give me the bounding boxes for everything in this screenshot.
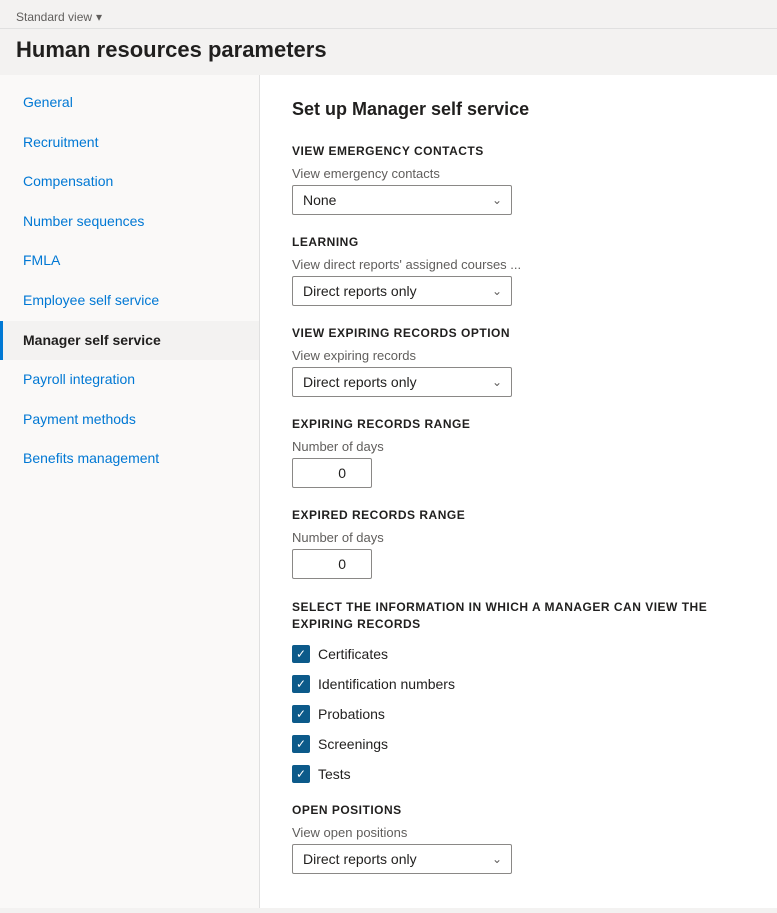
sidebar-item-compensation[interactable]: Compensation bbox=[0, 162, 259, 202]
view-expiring-records-header: VIEW EXPIRING RECORDS OPTION bbox=[292, 326, 745, 340]
checkbox-group: ✓ Certificates ✓ Identification numbers … bbox=[292, 645, 745, 783]
content-section-title: Set up Manager self service bbox=[292, 99, 745, 120]
sidebar-item-manager-self-service[interactable]: Manager self service bbox=[0, 321, 259, 361]
open-positions-select[interactable]: Direct reports only All None bbox=[292, 844, 512, 874]
expiring-records-range-group: EXPIRING RECORDS RANGE Number of days bbox=[292, 417, 745, 488]
sidebar-item-fmla[interactable]: FMLA bbox=[0, 241, 259, 281]
sidebar-item-recruitment[interactable]: Recruitment bbox=[0, 123, 259, 163]
sidebar-item-general[interactable]: General bbox=[0, 83, 259, 123]
view-expiring-records-group: VIEW EXPIRING RECORDS OPTION View expiri… bbox=[292, 326, 745, 397]
checkbox-box-screenings: ✓ bbox=[292, 735, 310, 753]
checkbox-label-screenings: Screenings bbox=[318, 736, 388, 752]
select-info-group: SELECT THE INFORMATION IN WHICH A MANAGE… bbox=[292, 599, 745, 783]
checkbox-label-probations: Probations bbox=[318, 706, 385, 722]
checkbox-label-tests: Tests bbox=[318, 766, 351, 782]
view-emergency-contacts-select-wrapper: None Direct reports only All ⌄ bbox=[292, 185, 512, 215]
select-info-text: SELECT THE INFORMATION IN WHICH A MANAGE… bbox=[292, 599, 745, 633]
checkmark-icon: ✓ bbox=[296, 648, 306, 660]
checkbox-label-identification-numbers: Identification numbers bbox=[318, 676, 455, 692]
expired-records-range-group: EXPIRED RECORDS RANGE Number of days bbox=[292, 508, 745, 579]
checkbox-label-certificates: Certificates bbox=[318, 646, 388, 662]
checkmark-icon: ✓ bbox=[296, 738, 306, 750]
main-content: Set up Manager self service VIEW EMERGEN… bbox=[260, 75, 777, 908]
sidebar-item-payment-methods[interactable]: Payment methods bbox=[0, 400, 259, 440]
expiring-records-range-label: Number of days bbox=[292, 439, 745, 454]
checkbox-tests[interactable]: ✓ Tests bbox=[292, 765, 745, 783]
view-emergency-contacts-label: View emergency contacts bbox=[292, 166, 745, 181]
view-expiring-records-label: View expiring records bbox=[292, 348, 745, 363]
expired-records-range-label: Number of days bbox=[292, 530, 745, 545]
checkmark-icon: ✓ bbox=[296, 768, 306, 780]
learning-group: LEARNING View direct reports' assigned c… bbox=[292, 235, 745, 306]
standard-view-label: Standard view bbox=[16, 10, 92, 24]
chevron-down-icon: ▾ bbox=[96, 10, 102, 24]
sidebar-item-number-sequences[interactable]: Number sequences bbox=[0, 202, 259, 242]
sidebar-item-payroll-integration[interactable]: Payroll integration bbox=[0, 360, 259, 400]
standard-view-dropdown[interactable]: Standard view ▾ bbox=[16, 10, 102, 24]
expiring-records-range-input[interactable] bbox=[292, 458, 372, 488]
view-emergency-contacts-group: VIEW EMERGENCY CONTACTS View emergency c… bbox=[292, 144, 745, 215]
view-emergency-contacts-header: VIEW EMERGENCY CONTACTS bbox=[292, 144, 745, 158]
checkmark-icon: ✓ bbox=[296, 708, 306, 720]
learning-select-wrapper: Direct reports only All None ⌄ bbox=[292, 276, 512, 306]
expired-records-range-header: EXPIRED RECORDS RANGE bbox=[292, 508, 745, 522]
open-positions-label: View open positions bbox=[292, 825, 745, 840]
learning-label: View direct reports' assigned courses ..… bbox=[292, 257, 745, 272]
learning-header: LEARNING bbox=[292, 235, 745, 249]
checkbox-box-tests: ✓ bbox=[292, 765, 310, 783]
open-positions-group: OPEN POSITIONS View open positions Direc… bbox=[292, 803, 745, 874]
learning-select[interactable]: Direct reports only All None bbox=[292, 276, 512, 306]
view-expiring-records-select[interactable]: Direct reports only All None bbox=[292, 367, 512, 397]
expired-records-range-input[interactable] bbox=[292, 549, 372, 579]
open-positions-select-wrapper: Direct reports only All None ⌄ bbox=[292, 844, 512, 874]
sidebar-item-employee-self-service[interactable]: Employee self service bbox=[0, 281, 259, 321]
checkbox-box-certificates: ✓ bbox=[292, 645, 310, 663]
view-expiring-records-select-wrapper: Direct reports only All None ⌄ bbox=[292, 367, 512, 397]
view-emergency-contacts-select[interactable]: None Direct reports only All bbox=[292, 185, 512, 215]
checkbox-probations[interactable]: ✓ Probations bbox=[292, 705, 745, 723]
open-positions-header: OPEN POSITIONS bbox=[292, 803, 745, 817]
sidebar-item-benefits-management[interactable]: Benefits management bbox=[0, 439, 259, 479]
sidebar: General Recruitment Compensation Number … bbox=[0, 75, 260, 908]
checkbox-identification-numbers[interactable]: ✓ Identification numbers bbox=[292, 675, 745, 693]
checkbox-screenings[interactable]: ✓ Screenings bbox=[292, 735, 745, 753]
page-title: Human resources parameters bbox=[0, 29, 777, 75]
checkbox-box-identification-numbers: ✓ bbox=[292, 675, 310, 693]
checkbox-box-probations: ✓ bbox=[292, 705, 310, 723]
checkmark-icon: ✓ bbox=[296, 678, 306, 690]
checkbox-certificates[interactable]: ✓ Certificates bbox=[292, 645, 745, 663]
expiring-records-range-header: EXPIRING RECORDS RANGE bbox=[292, 417, 745, 431]
